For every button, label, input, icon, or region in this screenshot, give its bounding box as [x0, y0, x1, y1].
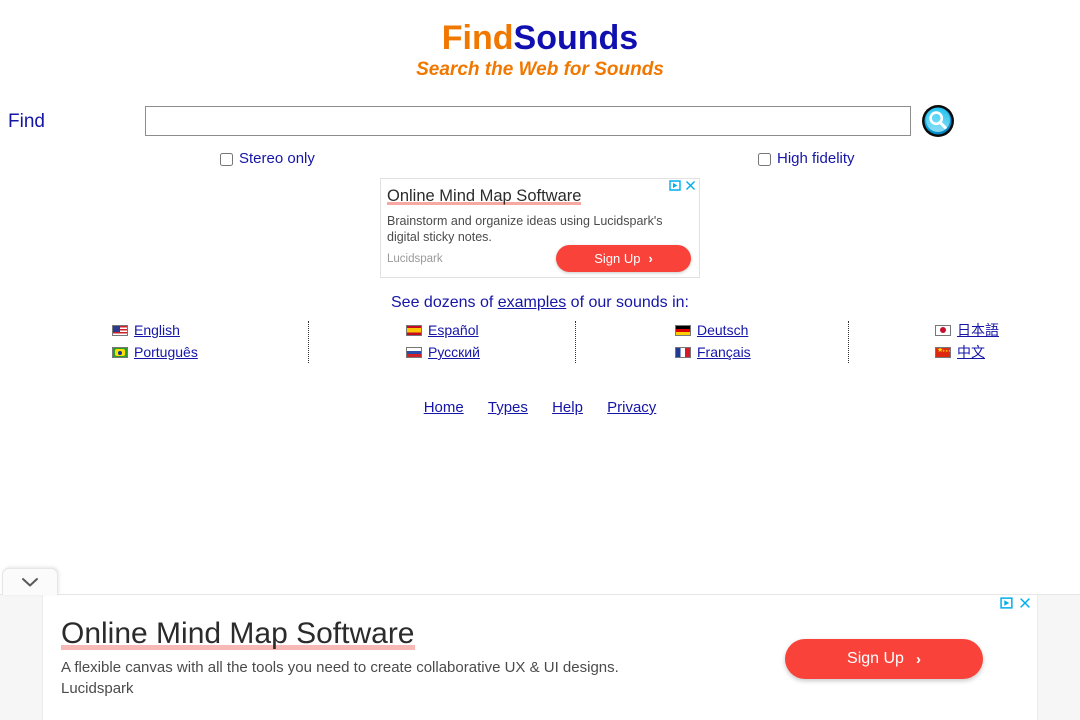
findsounds-homepage: FindSounds Search the Web for Sounds Fin…	[0, 0, 1080, 720]
ad-headline-text: Online Mind Map Software	[387, 187, 582, 205]
flag-france-icon	[675, 346, 691, 358]
ad-signup-button[interactable]: Sign Up ›	[556, 245, 691, 272]
flag-china-icon	[935, 346, 951, 358]
magnifier-icon	[922, 105, 954, 137]
language-link-chinese[interactable]: 中文	[935, 341, 999, 363]
examples-prefix: See dozens of	[391, 294, 498, 311]
stereo-only-label[interactable]: Stereo only	[239, 150, 315, 168]
bottom-ad-signup-button[interactable]: Sign Up ›	[785, 639, 983, 679]
chevron-right-icon: ›	[915, 650, 921, 668]
footer-link-help[interactable]: Help	[552, 399, 583, 416]
high-fidelity-label[interactable]: High fidelity	[777, 150, 855, 168]
adchoices-controls[interactable]	[669, 180, 696, 191]
ad-signup-label: Sign Up	[594, 251, 641, 266]
flag-spain-icon	[406, 324, 422, 336]
language-label[interactable]: Português	[134, 344, 198, 360]
high-fidelity-checkbox[interactable]	[758, 152, 771, 166]
top-advertisement[interactable]: Online Mind Map Software Brainstorm and …	[380, 178, 700, 278]
language-link-portugues[interactable]: Português	[112, 341, 198, 363]
language-label[interactable]: 中文	[957, 342, 985, 362]
find-label: Find	[8, 111, 45, 132]
language-link-russian[interactable]: Русский	[406, 341, 480, 363]
sticky-ad-container: Online Mind Map Software A flexible canv…	[0, 568, 1080, 720]
stereo-only-checkbox[interactable]	[220, 152, 233, 166]
examples-suffix: of our sounds in:	[566, 294, 689, 311]
search-options-row: Stereo only High fidelity	[0, 150, 1080, 170]
bottom-ad-body-text: A flexible canvas with all the tools you…	[61, 659, 619, 676]
language-link-espanol[interactable]: Español	[406, 319, 480, 341]
flag-japan-icon	[935, 324, 951, 336]
language-link-english[interactable]: English	[112, 319, 198, 341]
ad-brand-name: Lucidspark	[387, 253, 443, 265]
language-label[interactable]: Español	[428, 322, 479, 338]
flag-russia-icon	[406, 346, 422, 358]
site-tagline: Search the Web for Sounds	[416, 59, 664, 80]
logo-sounds-text: Sounds	[513, 19, 639, 57]
language-column-3: Deutsch Français	[675, 319, 751, 365]
search-button[interactable]	[921, 104, 955, 138]
chevron-down-icon	[22, 578, 38, 587]
ad-close-icon[interactable]	[685, 180, 696, 191]
sticky-ad-collapse-button[interactable]	[2, 568, 58, 595]
bottom-advertisement[interactable]: Online Mind Map Software A flexible canv…	[42, 595, 1038, 720]
logo-find-text: Find	[441, 19, 514, 57]
footer-navigation: Home Types Help Privacy	[0, 399, 1080, 416]
language-link-deutsch[interactable]: Deutsch	[675, 319, 751, 341]
adchoices-triangle-icon[interactable]	[1000, 597, 1014, 609]
column-divider-3	[848, 321, 849, 363]
flag-brazil-icon	[112, 346, 128, 358]
ad-close-icon[interactable]	[1019, 597, 1031, 609]
bottom-ad-headline-text: Online Mind Map Software	[61, 617, 415, 650]
language-label[interactable]: 日本語	[957, 320, 999, 340]
examples-line: See dozens of examples of our sounds in:	[0, 293, 1080, 313]
search-input[interactable]	[145, 106, 911, 136]
chevron-right-icon: ›	[648, 251, 653, 266]
flag-germany-icon	[675, 324, 691, 336]
language-label[interactable]: Русский	[428, 344, 480, 360]
language-column-2: Español Русский	[406, 319, 480, 365]
examples-link[interactable]: examples	[498, 294, 566, 311]
column-divider-2	[575, 321, 576, 363]
language-column-1: English Português	[112, 319, 198, 365]
language-column-4: 日本語 中文	[935, 319, 999, 365]
ad-body-text: Brainstorm and organize ideas using Luci…	[387, 214, 663, 244]
language-link-francais[interactable]: Français	[675, 341, 751, 363]
sticky-ad-bar: Online Mind Map Software A flexible canv…	[0, 594, 1080, 720]
footer-link-privacy[interactable]: Privacy	[607, 399, 656, 416]
footer-link-home[interactable]: Home	[424, 399, 464, 416]
bottom-ad-signup-label: Sign Up	[847, 650, 904, 667]
footer-link-types[interactable]: Types	[488, 399, 528, 416]
bottom-ad-brand-name: Lucidspark	[61, 680, 134, 697]
bottom-ad-headline[interactable]: Online Mind Map Software	[61, 617, 415, 651]
ad-headline[interactable]: Online Mind Map Software	[387, 187, 581, 206]
option-stereo-only[interactable]: Stereo only	[220, 150, 315, 168]
language-link-japanese[interactable]: 日本語	[935, 319, 999, 341]
language-links-grid: English Português Español Русский Deutsc…	[0, 319, 1080, 367]
adchoices-triangle-icon[interactable]	[669, 180, 682, 191]
adchoices-controls-bottom[interactable]	[1000, 597, 1031, 609]
language-label[interactable]: Deutsch	[697, 322, 748, 338]
option-high-fidelity[interactable]: High fidelity	[758, 150, 855, 168]
site-logo: FindSounds	[0, 18, 1080, 58]
column-divider-1	[308, 321, 309, 363]
flag-united-states-icon	[112, 324, 128, 336]
language-label[interactable]: Français	[697, 344, 751, 360]
language-label[interactable]: English	[134, 322, 180, 338]
